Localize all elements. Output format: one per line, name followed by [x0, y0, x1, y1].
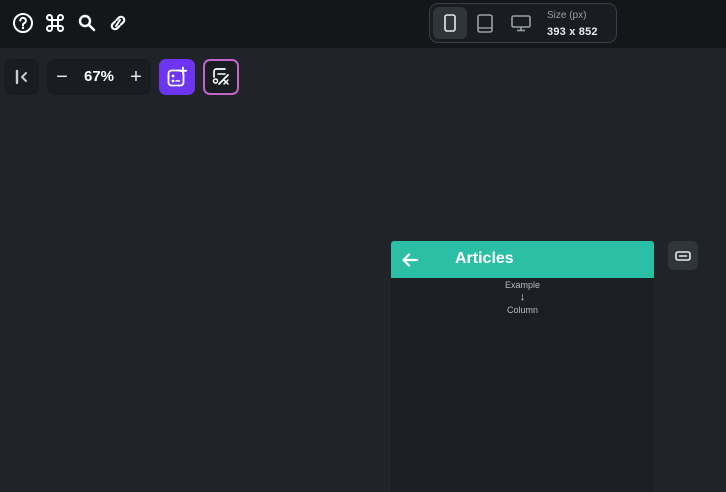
placeholder-bottom-label: Column [506, 305, 538, 315]
ai-assistant-button[interactable] [203, 59, 239, 95]
add-widget-button[interactable] [159, 59, 195, 95]
back-arrow-icon[interactable] [401, 251, 419, 269]
collapse-left-icon [15, 69, 27, 85]
desktop-icon [511, 14, 531, 31]
tablet-icon [477, 13, 493, 33]
add-widget-icon [167, 66, 188, 87]
command-icon[interactable] [42, 10, 68, 36]
desktop-device-button[interactable] [504, 7, 538, 39]
collapse-panel-button[interactable] [4, 59, 39, 95]
column-placeholder[interactable]: Example ↓ Column [391, 279, 654, 316]
app-bar-title: Articles [455, 250, 514, 267]
size-label: Size (px) [547, 10, 587, 21]
placeholder-top-label: Example [504, 280, 540, 290]
help-icon[interactable] [10, 10, 36, 36]
zoom-level: 67% [83, 68, 115, 85]
top-toolbar: Size (px) 393 x 852 [0, 0, 726, 48]
magic-wand-icon [212, 68, 229, 85]
appbar-widget-icon [675, 250, 691, 261]
zoom-out-button[interactable]: − [47, 59, 77, 95]
arrow-down-icon: ↓ [519, 291, 526, 303]
widget-tree-button[interactable] [668, 241, 698, 270]
size-value[interactable]: 393 x 852 [547, 26, 598, 38]
phone-preview[interactable]: Articles Example ↓ Column [391, 241, 654, 492]
zoom-in-button[interactable]: + [121, 59, 151, 95]
tablet-device-button[interactable] [468, 7, 502, 39]
device-selector: Size (px) 393 x 852 [429, 3, 617, 43]
zoom-control: − 67% + [47, 59, 151, 95]
phone-device-button[interactable] [433, 7, 467, 39]
app-bar: Articles [391, 241, 654, 278]
phone-icon [444, 14, 456, 32]
link-icon[interactable] [105, 10, 131, 36]
search-icon[interactable] [74, 10, 100, 36]
